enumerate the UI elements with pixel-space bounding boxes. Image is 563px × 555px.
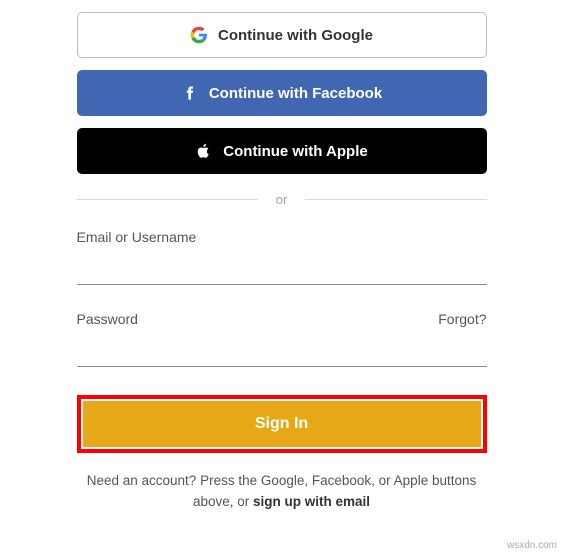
continue-google-button[interactable]: Continue with Google [77,12,487,58]
watermark: wsxdn.com [507,540,557,551]
password-label: Password [77,311,138,327]
email-label-row: Email or Username [77,229,487,245]
password-label-row: Password Forgot? [77,311,487,327]
facebook-button-label: Continue with Facebook [209,85,382,102]
divider-line-left [77,199,258,200]
forgot-link[interactable]: Forgot? [438,311,486,327]
signup-link[interactable]: sign up with email [253,494,370,509]
signin-button[interactable]: Sign In [83,401,481,447]
apple-button-label: Continue with Apple [223,143,367,160]
email-field[interactable] [77,251,487,285]
apple-icon [195,142,213,160]
footer-text: Need an account? Press the Google, Faceb… [77,471,487,513]
google-icon [190,26,208,44]
continue-apple-button[interactable]: Continue with Apple [77,128,487,174]
email-label: Email or Username [77,229,197,245]
signin-button-label: Sign In [255,415,308,432]
google-button-label: Continue with Google [218,27,373,44]
login-panel: Continue with Google Continue with Faceb… [77,0,487,513]
divider: or [77,192,487,207]
facebook-icon [181,84,199,102]
continue-facebook-button[interactable]: Continue with Facebook [77,70,487,116]
password-field[interactable] [77,333,487,367]
signin-highlight: Sign In [77,395,487,453]
divider-line-right [305,199,486,200]
divider-text: or [258,192,306,207]
